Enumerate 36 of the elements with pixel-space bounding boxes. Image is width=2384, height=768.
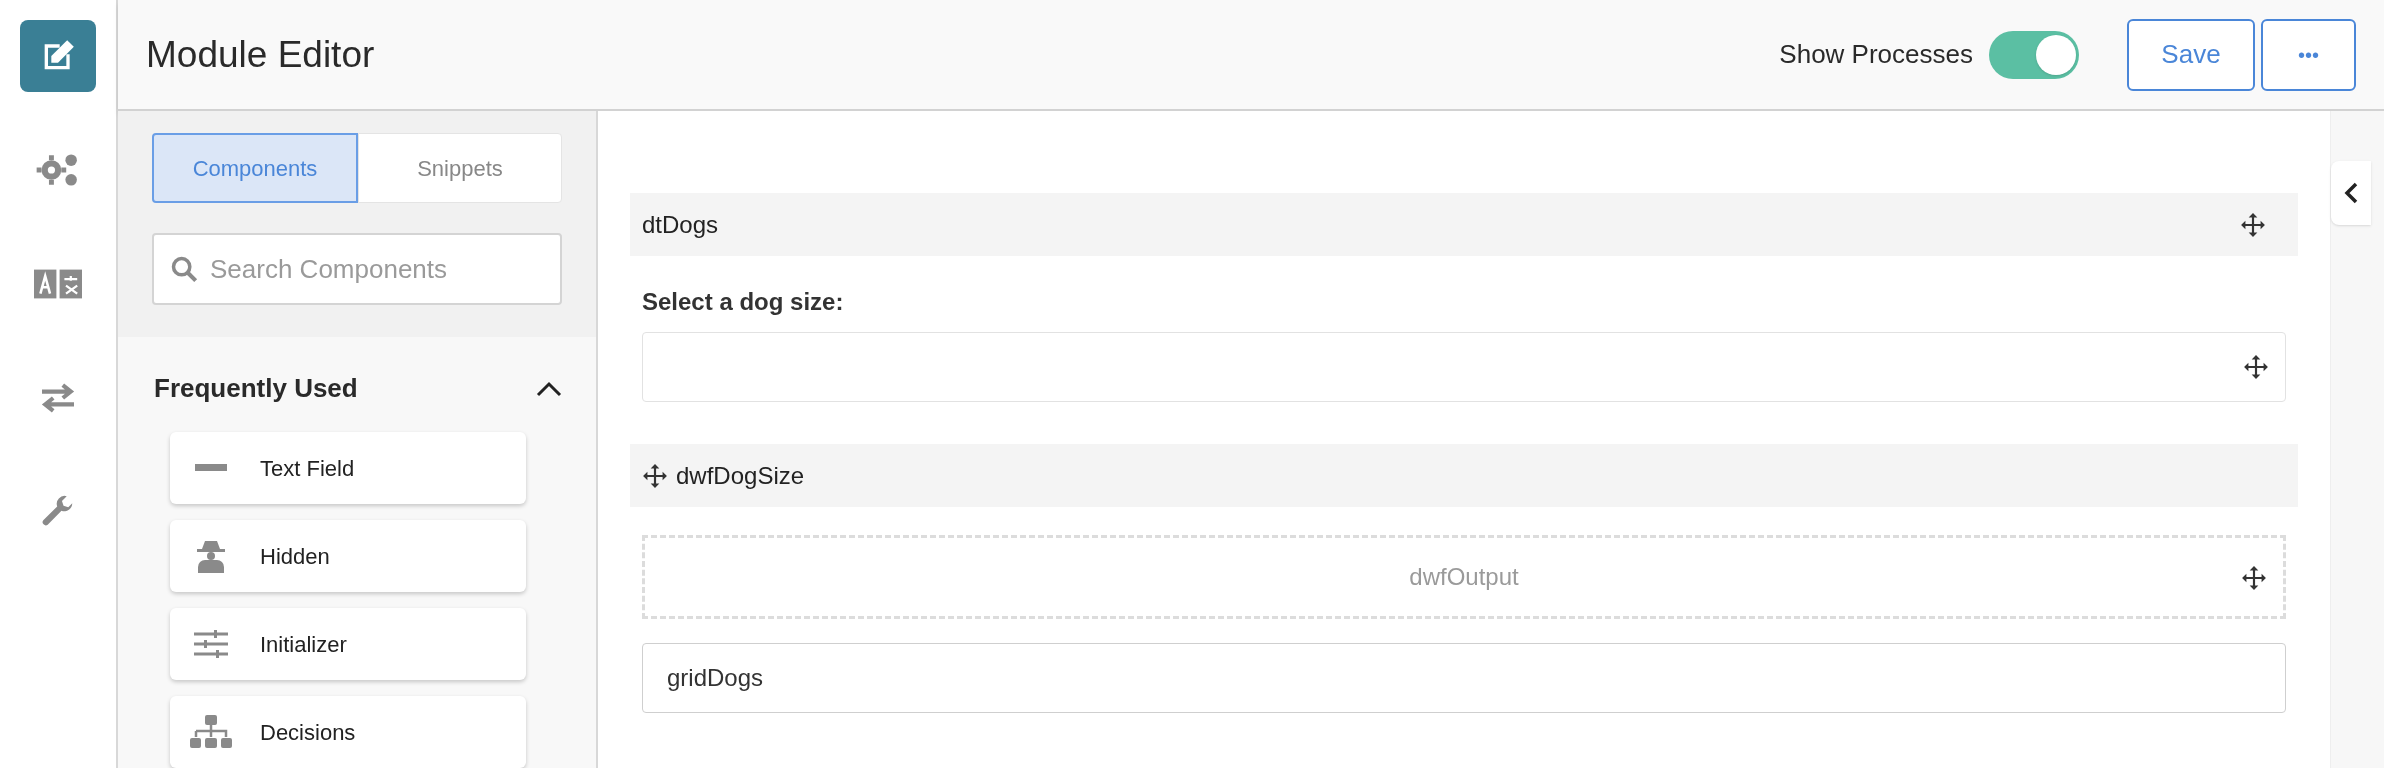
- move-icon[interactable]: [2241, 565, 2267, 591]
- collapse-tab[interactable]: [2331, 161, 2371, 225]
- toggle-label: Show Processes: [1779, 38, 1973, 71]
- nav-button[interactable]: [20, 20, 96, 92]
- panel-tab[interactable]: Snippets: [358, 133, 562, 203]
- component-label: Initializer: [260, 630, 347, 659]
- chevron-icon: [2344, 182, 2358, 204]
- select-field[interactable]: [642, 332, 2286, 402]
- search-input[interactable]: Search Components: [210, 249, 544, 289]
- output-label: dwfOutput: [1409, 562, 1519, 592]
- sliders-icon: [194, 630, 228, 658]
- section-toggle[interactable]: Frequently Used: [118, 337, 596, 432]
- component-label: Text Field: [260, 454, 355, 483]
- component-label: Decisions: [260, 718, 356, 747]
- search-icon: [170, 255, 198, 283]
- spy-icon: [196, 539, 226, 573]
- component-item[interactable]: Decisions: [170, 696, 526, 768]
- field-label: Select a dog size:: [641, 287, 845, 317]
- hierarchy-icon: [190, 715, 232, 749]
- processes-switch[interactable]: [1989, 30, 2079, 79]
- translate-icon: [34, 268, 82, 300]
- more-button[interactable]: •••: [2261, 18, 2356, 91]
- section-heading: Frequently Used: [154, 372, 358, 405]
- search-box[interactable]: Search Components: [152, 233, 562, 305]
- component-label: Hidden: [260, 542, 330, 571]
- section-title: dwfDogSize: [676, 460, 805, 491]
- page-title: Module Editor: [146, 32, 376, 77]
- save-button[interactable]: Save: [2127, 18, 2255, 91]
- component-item[interactable]: Initializer: [170, 608, 526, 680]
- grid-field[interactable]: gridDogs: [642, 643, 2286, 713]
- move-icon[interactable]: [2240, 211, 2266, 238]
- component-item[interactable]: Text Field: [170, 432, 526, 504]
- move-icon[interactable]: [642, 462, 668, 489]
- section-title: dtDogs: [642, 209, 719, 240]
- move-icon[interactable]: [2243, 354, 2269, 380]
- component-item[interactable]: Hidden: [170, 520, 526, 592]
